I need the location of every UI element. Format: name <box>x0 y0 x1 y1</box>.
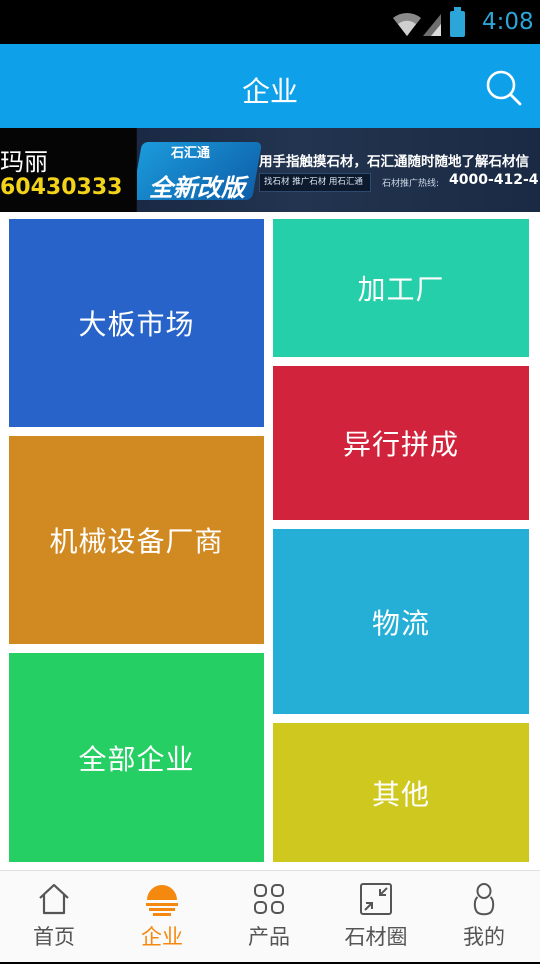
tile-machinery-vendors[interactable]: 机械设备厂商 <box>9 436 264 644</box>
grid-icon <box>254 884 284 914</box>
category-grid: 大板市场 加工厂 异行拼成 机械设备厂商 物流 全部企业 其他 <box>0 212 540 870</box>
app-header: 企业 <box>0 44 540 128</box>
status-time: 4:08 <box>482 9 534 35</box>
tab-products[interactable]: 产品 <box>215 871 323 963</box>
home-icon <box>39 883 69 915</box>
tile-special-shaped[interactable]: 异行拼成 <box>273 366 529 520</box>
tile-logistics[interactable]: 物流 <box>273 529 529 714</box>
brand-slogan: 全新改版 <box>149 174 245 202</box>
hotline-label: 石材推广热线: <box>382 179 440 189</box>
wifi-signal-icon <box>393 12 441 36</box>
sunset-icon <box>146 885 178 916</box>
bottom-tab-bar: 首页 企业 产品 石材圈 我的 <box>0 870 540 962</box>
brand-name: 石汇通 <box>171 146 211 161</box>
search-icon[interactable] <box>484 68 524 108</box>
tile-processing-plant[interactable]: 加工厂 <box>273 219 529 357</box>
tab-products-label: 产品 <box>248 925 290 949</box>
tab-mine-label: 我的 <box>463 925 505 949</box>
tile-all-companies[interactable]: 全部企业 <box>9 653 264 862</box>
tile-slab-market[interactable]: 大板市场 <box>9 219 264 427</box>
tab-home[interactable]: 首页 <box>0 871 108 963</box>
banner-name: 玛丽 <box>0 148 48 176</box>
ad-banner[interactable]: 玛丽 60430333 石汇通 全新改版 用手指触摸石材，石汇通随时随地了解石材… <box>0 128 540 212</box>
shrink-icon <box>360 883 392 915</box>
status-bar: 4:08 <box>0 0 540 44</box>
banner-subtext: 找石材 推广石材 用石汇通 <box>259 173 371 192</box>
app-screen: 4:08 企业 玛丽 60430333 石汇通 全新改版 用手指触摸石材，石汇通… <box>0 0 540 964</box>
banner-slogan: 用手指触摸石材，石汇通随时随地了解石材信 <box>259 154 529 170</box>
banner-ad-image: 石汇通 全新改版 用手指触摸石材，石汇通随时随地了解石材信 找石材 推广石材 用… <box>137 128 540 212</box>
tab-enterprise[interactable]: 企业 <box>108 871 216 963</box>
tab-enterprise-label: 企业 <box>141 925 183 949</box>
tab-stone-circle[interactable]: 石材圈 <box>322 871 430 963</box>
tab-stone-circle-label: 石材圈 <box>344 925 408 949</box>
hotline-number: 4000-412-41 <box>449 172 540 188</box>
person-icon <box>473 883 495 916</box>
banner-contact: 玛丽 60430333 <box>0 128 136 212</box>
page-title: 企业 <box>241 75 298 108</box>
tile-other[interactable]: 其他 <box>273 723 529 862</box>
tab-home-label: 首页 <box>33 925 75 949</box>
banner-phone: 60430333 <box>0 175 123 200</box>
tab-mine[interactable]: 我的 <box>430 871 538 963</box>
battery-icon <box>450 7 465 37</box>
